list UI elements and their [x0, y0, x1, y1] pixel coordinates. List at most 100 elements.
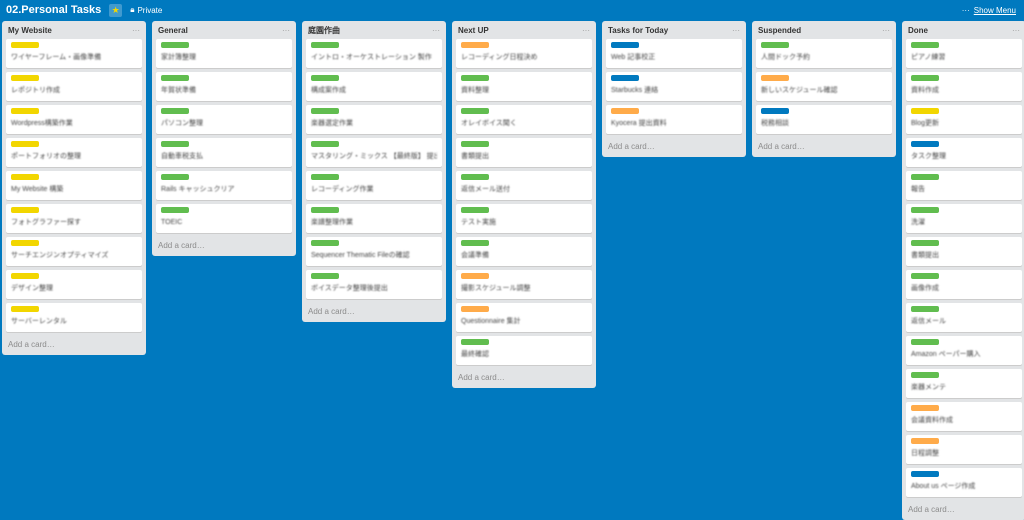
show-menu-button[interactable]: Show Menu	[974, 6, 1016, 15]
card[interactable]: 会議準備	[456, 237, 592, 266]
card-label	[461, 174, 489, 180]
card[interactable]: パソコン整理	[156, 105, 292, 134]
card[interactable]: オレイボイス聞く	[456, 105, 592, 134]
add-card-button[interactable]: Add a card…	[906, 501, 1022, 516]
card-title: 家計簿整理	[161, 54, 196, 61]
list-title[interactable]: My Website	[6, 26, 52, 35]
list-menu-icon[interactable]: ···	[582, 26, 590, 35]
card-title: Kyocera 提出資料	[611, 120, 667, 127]
card[interactable]: 資料整理	[456, 72, 592, 101]
card-label	[161, 174, 189, 180]
card[interactable]: フォトグラファー探す	[6, 204, 142, 233]
card-title: 人間ドック予約	[761, 54, 810, 61]
card[interactable]: 日程調整	[906, 435, 1022, 464]
card[interactable]: About us ページ作成	[906, 468, 1022, 497]
card[interactable]: 税務相談	[756, 105, 892, 134]
card-title: Sequencer Thematic Fileの確認	[311, 252, 410, 259]
list-title[interactable]: 庭園作曲	[306, 25, 340, 36]
more-icon[interactable]: ···	[962, 6, 970, 15]
card[interactable]: 資料作成	[906, 72, 1022, 101]
card-title: My Website 構築	[11, 186, 64, 193]
card[interactable]: レコーディング日程決め	[456, 39, 592, 68]
card[interactable]: Web 記事校正	[606, 39, 742, 68]
privacy-button[interactable]: 🔒︎ Private	[130, 5, 162, 15]
card[interactable]: レコーディング作業	[306, 171, 442, 200]
card[interactable]: Rails キャッシュクリア	[156, 171, 292, 200]
add-card-button[interactable]: Add a card…	[6, 336, 142, 351]
card[interactable]: 人間ドック予約	[756, 39, 892, 68]
list: My Website ··· ワイヤーフレーム・画像準備 レポジトリ作成 Wordpre…	[2, 21, 146, 355]
card-title: 構成案作成	[311, 87, 346, 94]
card[interactable]: 家計簿整理	[156, 39, 292, 68]
card[interactable]: 返信メール送付	[456, 171, 592, 200]
card-title: ポートフォリオの整理	[11, 153, 81, 160]
list-menu-icon[interactable]: ···	[282, 26, 290, 35]
card[interactable]: タスク整理	[906, 138, 1022, 167]
card-title: About us ページ作成	[911, 483, 976, 490]
card[interactable]: 洗濯	[906, 204, 1022, 233]
card[interactable]: サーチエンジンオプティマイズ	[6, 237, 142, 266]
card[interactable]: 返信メール	[906, 303, 1022, 332]
list-menu-icon[interactable]: ···	[882, 26, 890, 35]
list-menu-icon[interactable]: ···	[1012, 26, 1020, 35]
card[interactable]: 自動車税支払	[156, 138, 292, 167]
add-card-button[interactable]: Add a card…	[156, 237, 292, 252]
card[interactable]: ボイスデータ整理後提出	[306, 270, 442, 299]
card[interactable]: デザイン整理	[6, 270, 142, 299]
card[interactable]: 構成案作成	[306, 72, 442, 101]
card[interactable]: Questionnaire 集計	[456, 303, 592, 332]
card[interactable]: 撮影スケジュール調整	[456, 270, 592, 299]
card-label	[461, 141, 489, 147]
card[interactable]: マスタリング・ミックス 【最終版】 提出	[306, 138, 442, 167]
card[interactable]: Starbucks 連絡	[606, 72, 742, 101]
card-title: イントロ・オーケストレーション 製作	[311, 54, 432, 61]
card-label	[911, 471, 939, 477]
list-menu-icon[interactable]: ···	[132, 26, 140, 35]
card-label	[161, 141, 189, 147]
card[interactable]: Blog更新	[906, 105, 1022, 134]
card[interactable]: 書類提出	[906, 237, 1022, 266]
card-label	[611, 75, 639, 81]
card-title: 会議資料作成	[911, 417, 953, 424]
add-card-button[interactable]: Add a card…	[456, 369, 592, 384]
card[interactable]: 楽器メンテ	[906, 369, 1022, 398]
card[interactable]: テスト実施	[456, 204, 592, 233]
card[interactable]: TOEIC	[156, 204, 292, 233]
card[interactable]: 会議資料作成	[906, 402, 1022, 431]
list-title[interactable]: Tasks for Today	[606, 26, 668, 35]
board-title[interactable]: 02.Personal Tasks	[6, 4, 101, 16]
card-title: 返信メール	[911, 318, 946, 325]
card[interactable]: 楽器選定作業	[306, 105, 442, 134]
card[interactable]: ポートフォリオの整理	[6, 138, 142, 167]
card-label	[911, 108, 939, 114]
card[interactable]: 報告	[906, 171, 1022, 200]
card[interactable]: Sequencer Thematic Fileの確認	[306, 237, 442, 266]
star-icon[interactable]: ★	[109, 3, 123, 17]
card[interactable]: Amazon ペーパー購入	[906, 336, 1022, 365]
add-card-button[interactable]: Add a card…	[756, 138, 892, 153]
card[interactable]: My Website 構築	[6, 171, 142, 200]
add-card-button[interactable]: Add a card…	[606, 138, 742, 153]
list-title[interactable]: General	[156, 26, 188, 35]
card-title: ボイスデータ整理後提出	[311, 285, 388, 292]
card[interactable]: サーバーレンタル	[6, 303, 142, 332]
card[interactable]: イントロ・オーケストレーション 製作	[306, 39, 442, 68]
card[interactable]: 書類提出	[456, 138, 592, 167]
card[interactable]: ワイヤーフレーム・画像準備	[6, 39, 142, 68]
list-menu-icon[interactable]: ···	[732, 26, 740, 35]
card[interactable]: レポジトリ作成	[6, 72, 142, 101]
card[interactable]: Wordpress構築作業	[6, 105, 142, 134]
card[interactable]: ピアノ練習	[906, 39, 1022, 68]
add-card-button[interactable]: Add a card…	[306, 303, 442, 318]
card[interactable]: Kyocera 提出資料	[606, 105, 742, 134]
list-menu-icon[interactable]: ···	[432, 26, 440, 35]
list-title[interactable]: Done	[906, 26, 928, 35]
list-title[interactable]: Next UP	[456, 26, 489, 35]
card[interactable]: 楽譜整理作業	[306, 204, 442, 233]
list-title[interactable]: Suspended	[756, 26, 801, 35]
card[interactable]: 年賀状準備	[156, 72, 292, 101]
card[interactable]: 画像作成	[906, 270, 1022, 299]
card[interactable]: 最終確認	[456, 336, 592, 365]
card-label	[911, 240, 939, 246]
card[interactable]: 新しいスケジュール確認	[756, 72, 892, 101]
